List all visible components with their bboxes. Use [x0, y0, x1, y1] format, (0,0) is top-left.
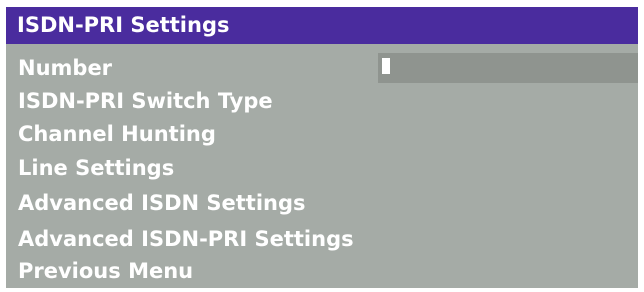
menu-item-advanced-isdn-pri-settings[interactable]: Advanced ISDN-PRI Settings: [18, 226, 354, 252]
menu-item-advanced-isdn-settings[interactable]: Advanced ISDN Settings: [18, 190, 306, 216]
menu-item-previous-menu[interactable]: Previous Menu: [18, 258, 193, 284]
menu-item-number[interactable]: Number: [18, 55, 112, 81]
isdn-pri-settings-window: ISDN-PRI Settings Number ISDN-PRI Switch…: [6, 7, 638, 288]
number-input[interactable]: [378, 53, 638, 83]
menu-item-line-settings[interactable]: Line Settings: [18, 155, 174, 181]
menu-item-isdn-pri-switch-type[interactable]: ISDN-PRI Switch Type: [18, 88, 273, 114]
text-cursor: [382, 58, 390, 74]
window-title: ISDN-PRI Settings: [17, 13, 230, 37]
menu-item-channel-hunting[interactable]: Channel Hunting: [18, 121, 216, 147]
title-bar: ISDN-PRI Settings: [6, 7, 638, 44]
